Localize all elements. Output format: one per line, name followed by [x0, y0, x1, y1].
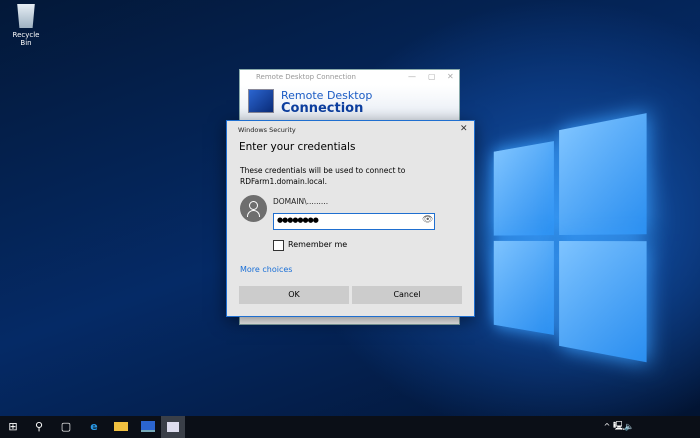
volume-icon[interactable]: 🔈	[622, 420, 636, 434]
rdc-title-bar: Remote Desktop Connection — ▢ ✕	[240, 70, 459, 85]
taskbar: ⊞ ⚲ ▢ e ^ 🖳 🔈	[0, 416, 700, 438]
dialog-message-line2: RDFarm1.domain.local.	[240, 177, 327, 186]
recycle-bin-icon	[17, 4, 35, 28]
rdc-banner: Remote Desktop Connection	[240, 85, 459, 120]
reveal-password-eye-icon[interactable]: 👁	[422, 215, 433, 225]
dialog-heading: Enter your credentials	[239, 141, 356, 153]
security-window-icon	[167, 422, 179, 432]
dialog-title: Windows Security	[238, 126, 296, 134]
windows-wallpaper-logo	[493, 113, 647, 367]
rdc-close-button[interactable]: ✕	[447, 72, 454, 81]
file-explorer-icon[interactable]	[114, 422, 128, 431]
start-windows-icon[interactable]: ⊞	[6, 420, 20, 434]
dialog-close-button[interactable]: ✕	[460, 124, 468, 134]
security-taskbar-button[interactable]	[161, 416, 185, 438]
password-input[interactable]: ●●●●●●●● 👁	[273, 213, 435, 230]
more-choices-link[interactable]: More choices	[240, 265, 292, 274]
recycle-bin-desktop-icon[interactable]: Recycle Bin	[6, 4, 46, 47]
task-view-icon[interactable]: ▢	[59, 420, 73, 434]
internet-explorer-icon[interactable]: e	[87, 420, 101, 434]
cancel-button[interactable]: Cancel	[352, 286, 462, 304]
maximize-button[interactable]: ▢	[428, 72, 436, 81]
dialog-message-line1: These credentials will be used to connec…	[240, 166, 406, 175]
remember-me-label[interactable]: Remember me	[288, 240, 347, 249]
remember-me-checkbox[interactable]	[273, 240, 284, 251]
rdc-title: Remote Desktop Connection	[256, 73, 356, 81]
username-label: DOMAIN\.........	[273, 197, 329, 206]
rdc-computer-icon	[248, 89, 274, 113]
rdc-banner-line2: Connection	[281, 101, 364, 116]
ok-button[interactable]: OK	[239, 286, 349, 304]
search-icon[interactable]: ⚲	[32, 420, 46, 434]
recycle-bin-label: Recycle Bin	[12, 31, 40, 47]
minimize-button[interactable]: —	[408, 72, 416, 81]
user-avatar-icon	[240, 195, 267, 222]
rdc-taskbar-icon[interactable]	[141, 421, 155, 432]
password-mask: ●●●●●●●●	[277, 216, 319, 224]
windows-security-dialog: Windows Security ✕ Enter your credential…	[226, 120, 475, 317]
